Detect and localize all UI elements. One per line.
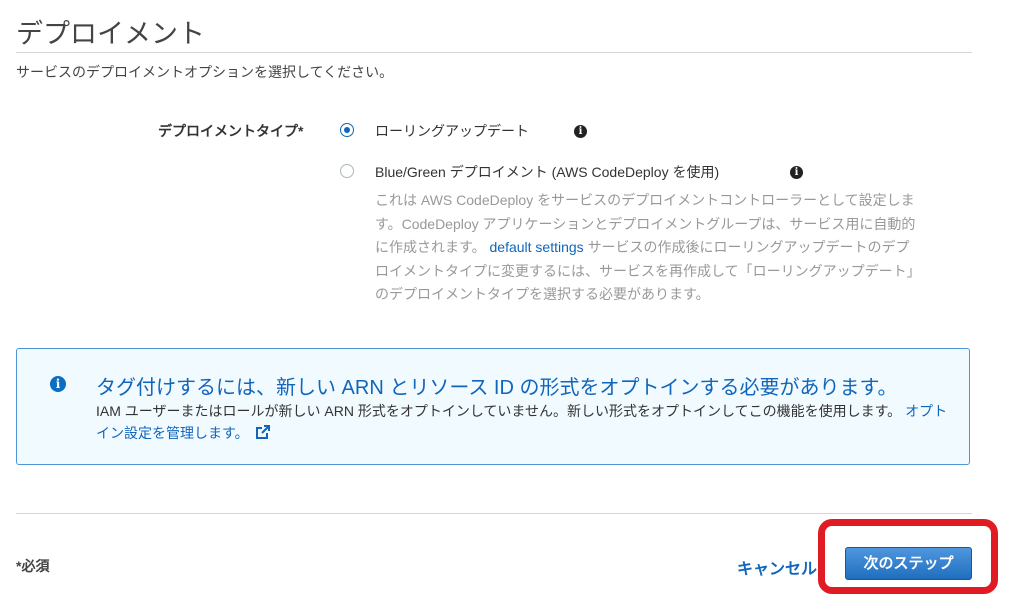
- info-box-title: タグ付けするには、新しい ARN とリソース ID の形式をオプトインする必要が…: [96, 377, 898, 399]
- deployment-type-label: デプロイメントタイプ*: [158, 123, 304, 139]
- red-highlight-annotation: [818, 519, 998, 594]
- info-box-body: IAM ユーザーまたはロールが新しい ARN 形式をオプトインしていません。新し…: [96, 400, 956, 444]
- cancel-button[interactable]: キャンセル: [737, 555, 817, 579]
- blue-green-radio[interactable]: [340, 164, 354, 178]
- default-settings-link[interactable]: default settings: [490, 239, 584, 255]
- info-icon: i: [50, 376, 66, 392]
- title-divider: [16, 52, 972, 53]
- footer-divider: [16, 513, 972, 514]
- external-link-icon[interactable]: [255, 424, 271, 440]
- page-title: デプロイメント: [16, 19, 205, 49]
- info-icon[interactable]: i: [574, 125, 587, 138]
- page-subtitle: サービスのデプロイメントオプションを選択してください。: [16, 64, 394, 80]
- info-icon[interactable]: i: [790, 166, 803, 179]
- info-box-text: IAM ユーザーまたはロールが新しい ARN 形式をオプトインしていません。新し…: [96, 403, 902, 419]
- blue-green-description: これは AWS CodeDeploy をサービスのデプロイメントコントローラーと…: [375, 189, 920, 307]
- rolling-update-radio[interactable]: [340, 123, 354, 137]
- required-note: *必須: [16, 558, 50, 574]
- rolling-update-label[interactable]: ローリングアップデート: [375, 121, 529, 141]
- blue-green-label[interactable]: Blue/Green デプロイメント (AWS CodeDeploy を使用): [375, 162, 719, 182]
